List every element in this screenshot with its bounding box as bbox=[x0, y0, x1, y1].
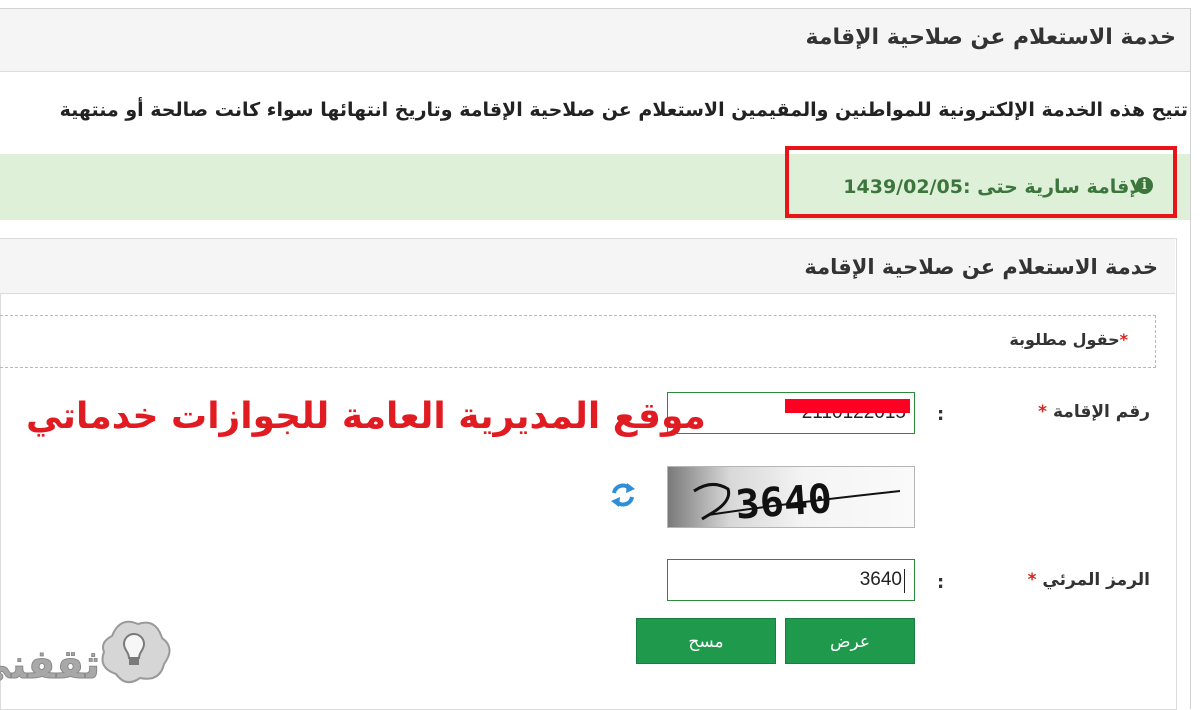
captcha-graphic: 3640 bbox=[668, 467, 914, 528]
captcha-label: الرمز المرئي * bbox=[1028, 570, 1150, 590]
result-label: الإقامة سارية حتى : bbox=[962, 176, 1150, 198]
service-description: تتيح هذه الخدمة الإلكترونية للمواطنين وا… bbox=[59, 99, 1188, 121]
result-alert-text: الإقامة سارية حتى :1439/02/05 bbox=[843, 176, 1150, 198]
info-circle-icon: i bbox=[1136, 177, 1153, 194]
iqama-number-label: رقم الإقامة * bbox=[1038, 402, 1150, 422]
captcha-image: 3640 bbox=[667, 466, 915, 528]
iqama-colon: : bbox=[937, 404, 945, 425]
required-fields-note: *حقول مطلوبة bbox=[1009, 330, 1128, 349]
clear-button[interactable]: مسح bbox=[636, 618, 776, 664]
required-fields-note-box bbox=[0, 315, 1156, 368]
form-panel bbox=[0, 238, 1177, 710]
service-title: خدمة الاستعلام عن صلاحية الإقامة bbox=[805, 25, 1176, 50]
view-button[interactable]: عرض bbox=[785, 618, 915, 664]
iqama-label-text: رقم الإقامة bbox=[1052, 402, 1150, 422]
captcha-required-star: * bbox=[1027, 570, 1037, 590]
site-logo: ثقفني bbox=[0, 612, 175, 696]
text-caret bbox=[904, 569, 905, 593]
form-panel-title: خدمة الاستعلام عن صلاحية الإقامة bbox=[804, 255, 1158, 279]
logo-text: ثقفني bbox=[0, 642, 100, 688]
required-note-text: حقول مطلوبة bbox=[1009, 330, 1120, 349]
refresh-icon[interactable] bbox=[608, 480, 638, 510]
captcha-label-text: الرمز المرئي bbox=[1042, 570, 1150, 590]
iqama-required-star: * bbox=[1038, 402, 1048, 422]
redaction-bar bbox=[785, 399, 910, 413]
captcha-colon: : bbox=[937, 572, 945, 593]
watermark-caption: موقع المديرية العامة للجوازات خدماتي bbox=[26, 396, 706, 437]
captcha-text: 3640 bbox=[734, 476, 833, 528]
captcha-input-value: 3640 bbox=[859, 569, 902, 590]
captcha-input[interactable]: 3640 bbox=[667, 559, 915, 601]
required-star: * bbox=[1119, 330, 1128, 349]
result-date: 1439/02/05 bbox=[843, 176, 963, 198]
